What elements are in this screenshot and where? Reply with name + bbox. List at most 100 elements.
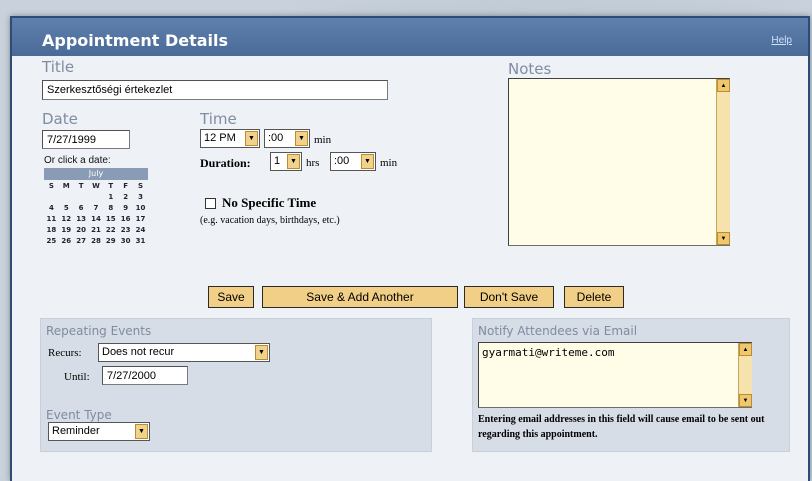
calendar-day[interactable]	[89, 191, 104, 202]
delete-button[interactable]: Delete	[564, 286, 624, 308]
recurs-select[interactable]: Does not recur ▼	[98, 343, 270, 362]
mini-calendar: July S M T W T F S 1 2 3 4 5 6 7 8 9 10 …	[44, 168, 148, 246]
duration-hours-select[interactable]: 1 ▼	[270, 152, 302, 171]
dont-save-button[interactable]: Don't Save	[464, 286, 554, 308]
save-add-another-button[interactable]: Save & Add Another	[262, 286, 458, 308]
weekday-label: F	[123, 181, 129, 190]
duration-minutes-value: :00	[334, 155, 350, 167]
calendar-day[interactable]: 2	[118, 191, 133, 202]
calendar-day[interactable]: 20	[74, 224, 89, 235]
calendar-day[interactable]: 4	[44, 202, 59, 213]
no-specific-time-label: No Specific Time	[222, 195, 317, 210]
calendar-day[interactable]: 17	[133, 213, 148, 224]
notify-hint: Entering email addresses in this field w…	[478, 414, 765, 440]
weekday-label: T	[78, 181, 84, 190]
calendar-day[interactable]: 5	[59, 202, 74, 213]
calendar-day[interactable]: 29	[103, 235, 118, 246]
notify-email-textarea[interactable]: gyarmati@writeme.com	[478, 342, 752, 408]
event-type-value: Reminder	[52, 425, 100, 437]
scroll-up-icon[interactable]: ▲	[717, 79, 730, 92]
event-type-select[interactable]: Reminder ▼	[48, 422, 150, 441]
calendar-day[interactable]: 19	[59, 224, 74, 235]
calendar-day[interactable]: 1	[103, 191, 118, 202]
calendar-day[interactable]: 10	[133, 202, 148, 213]
calendar-day[interactable]: 14	[89, 213, 104, 224]
calendar-day[interactable]: 16	[118, 213, 133, 224]
until-label: Until:	[64, 371, 90, 383]
duration-minutes-select[interactable]: :00 ▼	[330, 152, 376, 171]
calendar-day[interactable]: 28	[89, 235, 104, 246]
chevron-down-icon[interactable]: ▼	[255, 345, 268, 360]
dialog-titlebar: Appointment Details Help	[12, 18, 808, 56]
notify-label: Notify Attendees via Email	[478, 324, 638, 338]
weekday-label: W	[92, 181, 100, 190]
calendar-day[interactable]: 13	[74, 213, 89, 224]
calendar-day[interactable]: 12	[59, 213, 74, 224]
save-button[interactable]: Save	[208, 286, 254, 308]
calendar-day[interactable]	[59, 191, 74, 202]
chevron-down-icon[interactable]: ▼	[287, 154, 300, 169]
duration-min-label: min	[380, 157, 398, 169]
notes-label: Notes	[508, 60, 552, 78]
weekday-label: T	[108, 181, 114, 190]
calendar-day[interactable]	[44, 191, 59, 202]
weekday-label: S	[138, 181, 144, 190]
until-input[interactable]: 7/27/2000	[102, 366, 188, 385]
repeating-events-label: Repeating Events	[46, 324, 152, 338]
calendar-day[interactable]: 21	[89, 224, 104, 235]
hour-select[interactable]: 12 PM ▼	[200, 129, 260, 148]
minute-select[interactable]: :00 ▼	[264, 129, 310, 148]
calendar-day[interactable]: 18	[44, 224, 59, 235]
hour-select-value: 12 PM	[204, 132, 236, 144]
calendar-day[interactable]: 25	[44, 235, 59, 246]
scroll-down-icon[interactable]: ▼	[717, 232, 730, 245]
calendar-day[interactable]: 6	[74, 202, 89, 213]
calendar-day[interactable]: 7	[89, 202, 104, 213]
calendar-day[interactable]: 3	[133, 191, 148, 202]
chevron-down-icon[interactable]: ▼	[295, 131, 308, 146]
chevron-down-icon[interactable]: ▼	[361, 154, 374, 169]
minute-select-value: :00	[268, 132, 284, 144]
event-type-label: Event Type	[46, 408, 112, 422]
notes-textarea[interactable]	[508, 78, 730, 246]
calendar-day[interactable]: 8	[103, 202, 118, 213]
calendar-day[interactable]	[74, 191, 89, 202]
duration-label: Duration:	[200, 156, 251, 170]
min-label: min	[314, 134, 332, 146]
calendar-hint: Or click a date:	[44, 155, 111, 166]
calendar-day[interactable]: 30	[118, 235, 133, 246]
calendar-day[interactable]: 15	[103, 213, 118, 224]
calendar-day[interactable]: 24	[133, 224, 148, 235]
no-specific-time-checkbox[interactable]	[205, 198, 216, 209]
date-input[interactable]: 7/27/1999	[42, 130, 130, 149]
dialog-title: Appointment Details	[42, 31, 229, 50]
hrs-label: hrs	[306, 157, 320, 169]
weekday-label: M	[62, 181, 70, 190]
scroll-up-icon[interactable]: ▲	[739, 343, 752, 356]
calendar-day[interactable]: 23	[118, 224, 133, 235]
notes-scrollbar[interactable]: ▲ ▼	[716, 79, 730, 245]
calendar-day[interactable]: 26	[59, 235, 74, 246]
recurs-select-value: Does not recur	[102, 346, 175, 358]
weekday-label: S	[48, 181, 54, 190]
calendar-day[interactable]: 11	[44, 213, 59, 224]
time-label: Time	[200, 110, 237, 128]
calendar-month: July	[44, 168, 148, 180]
no-specific-time-hint: (e.g. vacation days, birthdays, etc.)	[200, 215, 340, 226]
calendar-day[interactable]: 22	[103, 224, 118, 235]
date-label: Date	[42, 110, 78, 128]
help-link[interactable]: Help	[771, 35, 792, 46]
calendar-day[interactable]: 27	[74, 235, 89, 246]
calendar-day[interactable]: 9	[118, 202, 133, 213]
duration-hours-value: 1	[274, 155, 281, 167]
calendar-day[interactable]: 31	[133, 235, 148, 246]
chevron-down-icon[interactable]: ▼	[245, 131, 258, 146]
chevron-down-icon[interactable]: ▼	[135, 424, 148, 439]
title-label: Title	[42, 58, 75, 76]
notify-scrollbar[interactable]: ▲ ▼	[738, 343, 752, 407]
title-input[interactable]: Szerkesztőségi értekezlet	[42, 80, 388, 100]
calendar-grid: S M T W T F S 1 2 3 4 5 6 7 8 9 10 11 12…	[44, 180, 148, 246]
recurs-label: Recurs:	[48, 347, 82, 359]
scroll-down-icon[interactable]: ▼	[739, 394, 752, 407]
appointment-dialog: Appointment Details Help Title Szerkeszt…	[10, 16, 810, 481]
